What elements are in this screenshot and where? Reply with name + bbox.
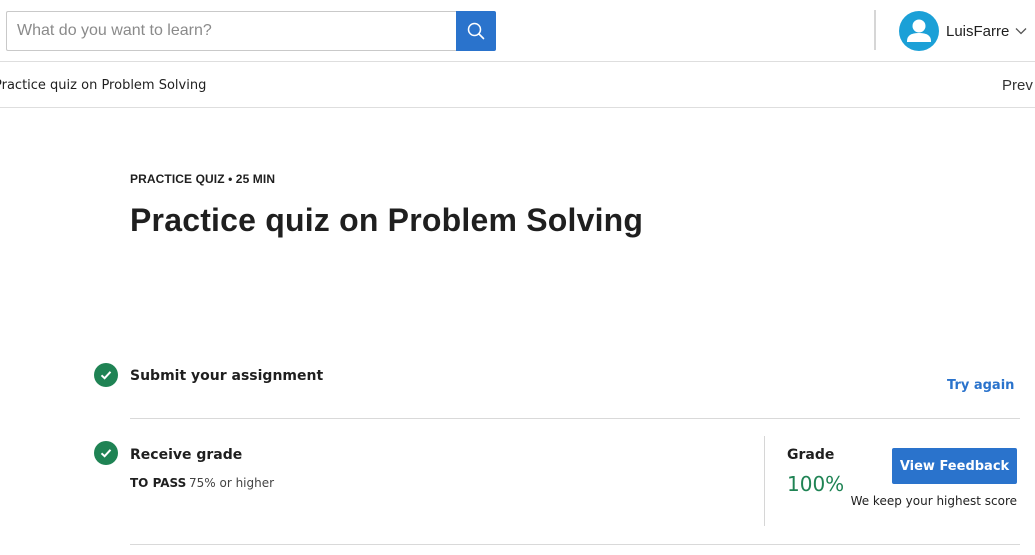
section-divider [130, 418, 1020, 419]
person-icon [899, 11, 939, 51]
step-submit-title: Submit your assignment [130, 368, 324, 384]
breadcrumb[interactable]: Practice quiz on Problem Solving [0, 78, 206, 93]
section-divider [130, 544, 1020, 545]
check-circle-icon [94, 363, 118, 387]
chevron-down-icon[interactable] [1015, 27, 1027, 35]
highest-score-note: We keep your highest score [850, 494, 1017, 508]
breadcrumb-bar: Practice quiz on Problem Solving Prev [0, 62, 1035, 108]
try-again-link[interactable]: Try again [947, 378, 1014, 393]
check-circle-icon [94, 441, 118, 465]
pass-value: 75% or higher [189, 476, 275, 490]
prev-link[interactable]: Prev [1002, 77, 1033, 94]
search-icon [467, 22, 485, 40]
avatar[interactable] [899, 11, 939, 51]
grade-value: 100% [787, 472, 845, 496]
pass-label: TO PASS [130, 476, 187, 490]
step-grade-title: Receive grade [130, 447, 243, 463]
search-input[interactable] [6, 11, 456, 51]
view-feedback-button[interactable]: View Feedback [892, 448, 1017, 484]
grade-label: Grade [787, 447, 835, 463]
top-navigation-bar: LuisFarre [0, 0, 1035, 62]
user-menu[interactable]: LuisFarre [899, 11, 1027, 51]
quiz-meta: PRACTICE QUIZ • 25 MIN [130, 172, 276, 186]
search-button[interactable] [456, 11, 496, 51]
grade-divider [764, 436, 765, 526]
page-title: Practice quiz on Problem Solving [130, 202, 644, 238]
header-divider [874, 10, 876, 50]
username[interactable]: LuisFarre [946, 23, 1009, 40]
